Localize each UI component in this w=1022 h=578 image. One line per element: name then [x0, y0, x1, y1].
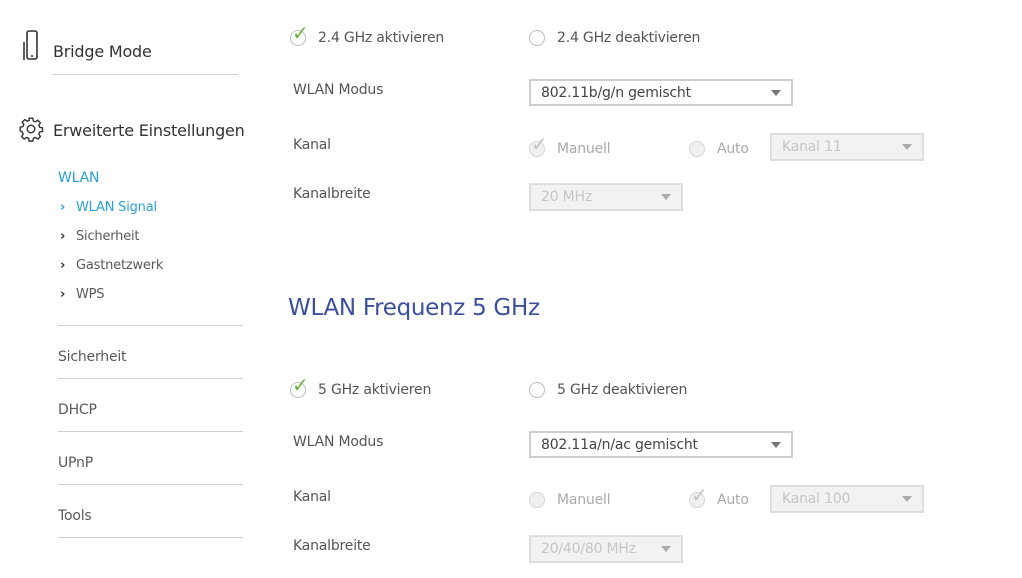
disable-5-option[interactable]: 5 GHz deaktivieren — [529, 382, 687, 398]
mode-5-select[interactable]: 802.11a/n/ac gemischt — [529, 431, 793, 458]
chevron-down-icon — [661, 546, 671, 552]
bridge-mode-link[interactable]: Bridge Mode — [20, 28, 240, 68]
channel-5-manual-label: Manuell — [557, 492, 611, 508]
sidebar-divider — [58, 484, 243, 485]
sidebar-item-wlan-security[interactable]: › Sicherheit — [60, 229, 140, 244]
sidebar-item-label: Gastnetzwerk — [76, 258, 164, 273]
enable-5-radio[interactable]: ✓ — [290, 375, 309, 398]
gear-icon — [19, 117, 44, 142]
sidebar-item-wps[interactable]: › WPS — [60, 287, 105, 302]
sidebar-divider — [52, 74, 238, 75]
width-5-value: 20/40/80 MHz — [541, 541, 636, 557]
chevron-right-icon: › — [60, 200, 66, 215]
channel-5-auto-label: Auto — [717, 492, 749, 508]
channel-5-label: Kanal — [293, 489, 331, 505]
sidebar-divider — [58, 325, 243, 326]
sidebar-item-security[interactable]: Sicherheit — [58, 349, 127, 365]
checkmark-icon: ✓ — [691, 483, 708, 507]
mode-24-value: 802.11b/g/n gemischt — [541, 84, 691, 101]
disable-24-radio[interactable] — [529, 30, 545, 46]
channel-24-manual-radio[interactable]: ✓ — [529, 134, 548, 157]
width-24-label: Kanalbreite — [293, 186, 371, 202]
checkmark-icon: ✓ — [292, 373, 309, 397]
sidebar-divider — [58, 431, 243, 432]
device-icon — [23, 30, 38, 60]
mode-5-value: 802.11a/n/ac gemischt — [541, 436, 698, 453]
checkmark-icon: ✓ — [292, 21, 309, 45]
sidebar-item-dhcp[interactable]: DHCP — [58, 402, 97, 418]
mode-24-label: WLAN Modus — [293, 82, 384, 98]
sidebar-item-tools[interactable]: Tools — [58, 508, 92, 524]
chevron-down-icon — [771, 89, 781, 96]
checkmark-icon: ✓ — [531, 132, 548, 156]
chevron-down-icon — [902, 496, 912, 502]
channel-24-value: Kanal 11 — [782, 139, 842, 155]
channel-5-auto-radio[interactable]: ✓ — [689, 485, 708, 508]
sidebar-item-upnp[interactable]: UPnP — [58, 455, 93, 471]
disable-5-radio[interactable] — [529, 382, 545, 398]
channel-24-manual-label: Manuell — [557, 141, 611, 157]
channel-5-manual-radio[interactable] — [529, 492, 545, 508]
disable-5-label: 5 GHz deaktivieren — [557, 382, 688, 398]
bridge-mode-label: Bridge Mode — [53, 42, 152, 61]
sidebar-divider — [58, 378, 243, 379]
sidebar-wlan-heading[interactable]: WLAN — [58, 170, 99, 186]
channel-24-auto-radio[interactable] — [689, 141, 705, 157]
sidebar-item-wlan-signal[interactable]: › WLAN Signal — [60, 200, 157, 215]
chevron-right-icon: › — [60, 258, 66, 273]
width-5-label: Kanalbreite — [293, 538, 371, 554]
sidebar-divider — [58, 537, 243, 538]
channel-5-manual-option[interactable]: Manuell — [529, 492, 611, 508]
channel-24-manual-option[interactable]: ✓ Manuell — [529, 134, 611, 157]
disable-24-label: 2.4 GHz deaktivieren — [557, 30, 701, 46]
enable-24-radio[interactable]: ✓ — [290, 23, 309, 46]
chevron-down-icon — [902, 144, 912, 150]
mode-5-label: WLAN Modus — [293, 434, 384, 450]
chevron-down-icon — [771, 441, 781, 448]
advanced-settings-label: Erweiterte Einstellungen — [53, 121, 245, 140]
width-5-select[interactable]: 20/40/80 MHz — [529, 535, 683, 563]
sidebar-item-guest-network[interactable]: › Gastnetzwerk — [60, 258, 163, 273]
sidebar-item-label: Sicherheit — [76, 229, 140, 244]
chevron-right-icon: › — [60, 287, 66, 302]
chevron-right-icon: › — [60, 229, 66, 244]
width-24-select[interactable]: 20 MHz — [529, 183, 683, 211]
enable-24-label: 2.4 GHz aktivieren — [318, 30, 445, 46]
channel-24-select[interactable]: Kanal 11 — [770, 133, 924, 161]
channel-24-auto-label: Auto — [717, 141, 749, 157]
enable-5-option[interactable]: ✓ 5 GHz aktivieren — [290, 375, 432, 398]
chevron-down-icon — [661, 194, 671, 200]
width-24-value: 20 MHz — [541, 189, 593, 205]
sidebar-item-label: WLAN Signal — [76, 200, 157, 215]
channel-5-value: Kanal 100 — [782, 491, 851, 507]
advanced-settings-link[interactable]: Erweiterte Einstellungen — [18, 114, 258, 144]
channel-24-auto-option[interactable]: Auto — [689, 141, 749, 157]
band-5-title: WLAN Frequenz 5 GHz — [288, 295, 540, 321]
enable-5-label: 5 GHz aktivieren — [318, 382, 432, 398]
channel-5-auto-option[interactable]: ✓ Auto — [689, 485, 749, 508]
sidebar-item-label: WPS — [76, 287, 105, 302]
channel-24-label: Kanal — [293, 137, 331, 153]
enable-24-option[interactable]: ✓ 2.4 GHz aktivieren — [290, 23, 445, 46]
channel-5-select[interactable]: Kanal 100 — [770, 485, 924, 513]
mode-24-select[interactable]: 802.11b/g/n gemischt — [529, 79, 793, 106]
disable-24-option[interactable]: 2.4 GHz deaktivieren — [529, 30, 700, 46]
